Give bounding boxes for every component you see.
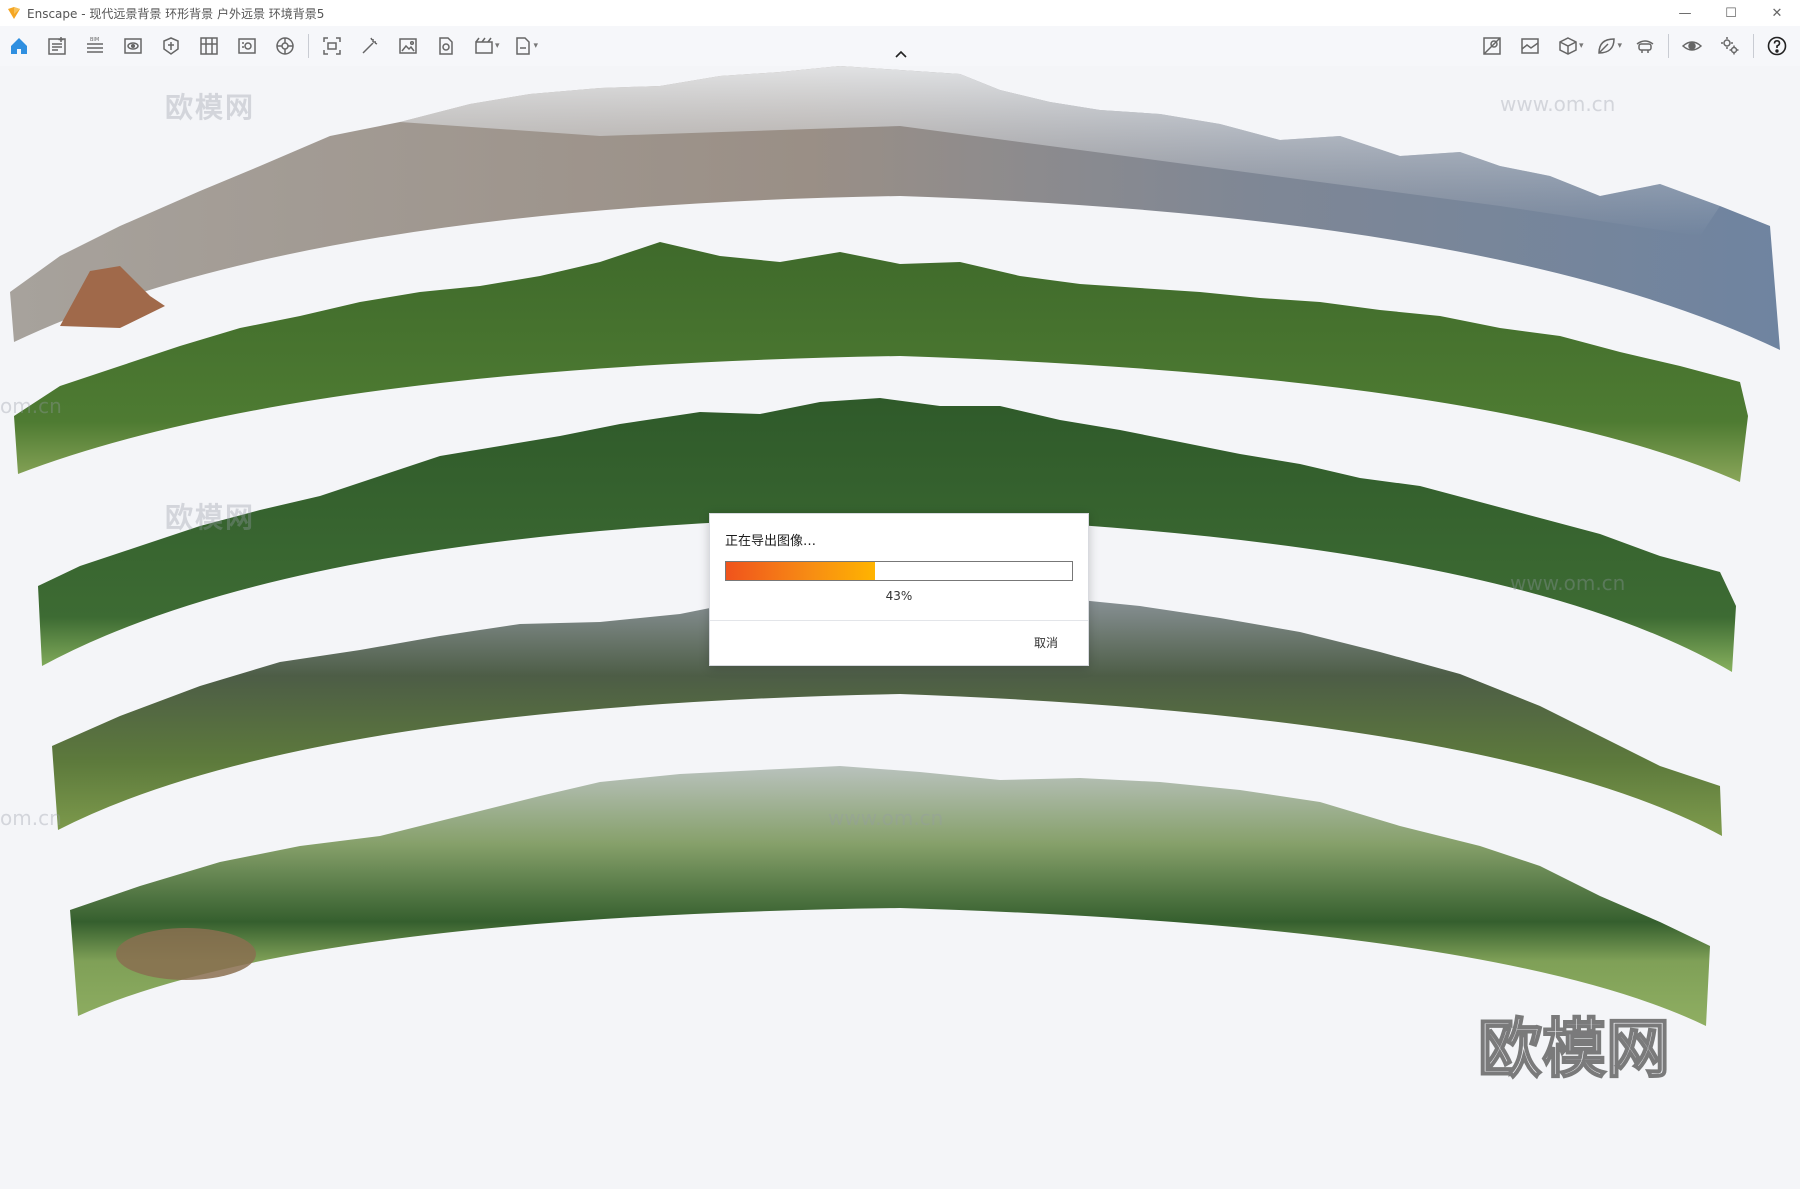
toolbar-right-group: ▾ ▾: [1473, 29, 1796, 63]
background-image-icon: [1521, 38, 1539, 54]
toolbar-separator-help: [1753, 34, 1754, 58]
toolbar-separator-right: [1668, 34, 1669, 58]
properties-button[interactable]: [228, 29, 266, 63]
image-export-button[interactable]: [389, 29, 427, 63]
atmosphere-button[interactable]: [266, 29, 304, 63]
bim-button[interactable]: BIM: [76, 29, 114, 63]
cube-dropdown-icon[interactable]: ▾: [1579, 41, 1584, 51]
site-context-icon: [1483, 37, 1501, 55]
minimize-icon: —: [1678, 5, 1692, 21]
new-view-icon: [48, 37, 66, 55]
watermark-url: www.om.cn: [1510, 571, 1626, 595]
close-button[interactable]: ✕: [1754, 0, 1800, 26]
image-export-icon: [399, 38, 417, 54]
home-icon: [11, 38, 27, 54]
visibility-icon: [1681, 41, 1703, 51]
background-image-button[interactable]: [1511, 29, 1549, 63]
vr-icon: [1636, 40, 1654, 53]
home-button[interactable]: [0, 29, 38, 63]
dialog-title: 正在导出图像…: [725, 534, 817, 549]
watermark-url: www.om.cn: [828, 806, 944, 830]
asset-library-icon: [163, 37, 179, 55]
help-button[interactable]: [1758, 29, 1796, 63]
material-editor-icon: [200, 37, 218, 55]
export-dropdown-icon[interactable]: ▾: [534, 41, 539, 51]
watermark-url-fragment: om.cn: [0, 394, 62, 418]
progress-fill: [726, 562, 875, 580]
toolbar-render-group: ▾ ▾: [313, 29, 542, 63]
views-button[interactable]: [114, 29, 152, 63]
progress-percentage: 43%: [885, 589, 913, 603]
window-controls: — ☐ ✕: [1662, 0, 1800, 26]
export-exe-icon: [515, 37, 530, 55]
leaf-icon: [1598, 38, 1616, 54]
toolbar-left-group: BIM: [0, 29, 304, 63]
batch-render-button[interactable]: [351, 29, 389, 63]
site-context-button[interactable]: [1473, 29, 1511, 63]
enscape-logo-icon: [7, 6, 21, 20]
title-bar: Enscape - 现代远景背景 环形背景 户外远景 环境背景5 — ☐ ✕: [0, 0, 1800, 26]
asset-library-button[interactable]: [152, 29, 190, 63]
close-icon: ✕: [1771, 5, 1783, 21]
watermark-logo: 欧模网: [165, 501, 256, 534]
material-editor-button[interactable]: [190, 29, 228, 63]
window-title: Enscape - 现代远景背景 环形背景 户外远景 环境背景5: [27, 6, 325, 21]
help-icon: [1767, 36, 1787, 56]
meadow-band: [70, 766, 1710, 1026]
minimize-button[interactable]: —: [1662, 0, 1708, 26]
bim-icon: BIM: [87, 37, 103, 53]
video-editor-dropdown-icon[interactable]: ▾: [495, 41, 500, 51]
bim-label: BIM: [90, 37, 99, 43]
export-progress-dialog: 正在导出图像… 43% 取消: [709, 513, 1089, 666]
watermark-url: www.om.cn: [1500, 92, 1616, 116]
properties-icon: [238, 38, 256, 54]
maximize-button[interactable]: ☐: [1708, 0, 1754, 26]
panorama-icon: [439, 37, 453, 55]
maximize-icon: ☐: [1725, 5, 1737, 21]
screenshot-button[interactable]: [313, 29, 351, 63]
new-view-button[interactable]: [38, 29, 76, 63]
cube-icon: [1559, 37, 1577, 55]
panorama-button[interactable]: [427, 29, 465, 63]
screenshot-icon: [323, 37, 341, 55]
watermark-url-fragment: om.cn: [0, 806, 62, 830]
batch-render-icon: [362, 37, 378, 54]
collapse-toolbar-button[interactable]: [890, 46, 912, 62]
chevron-up-icon: [895, 50, 907, 58]
toolbar-separator: [308, 34, 309, 58]
views-icon: [124, 38, 142, 54]
visibility-button[interactable]: [1673, 29, 1711, 63]
watermark-logo: 欧模网: [165, 91, 256, 124]
leaf-dropdown-icon[interactable]: ▾: [1617, 41, 1622, 51]
export-progress-bar: [725, 561, 1073, 581]
vr-button[interactable]: [1626, 29, 1664, 63]
atmosphere-icon: [276, 37, 294, 55]
settings-icon: [1721, 37, 1739, 55]
cancel-button[interactable]: 取消: [1034, 634, 1058, 651]
dialog-divider: [710, 620, 1088, 621]
settings-button[interactable]: [1711, 29, 1749, 63]
watermark-logo-large: 欧模网: [1477, 1012, 1671, 1088]
video-editor-icon: [475, 37, 493, 54]
